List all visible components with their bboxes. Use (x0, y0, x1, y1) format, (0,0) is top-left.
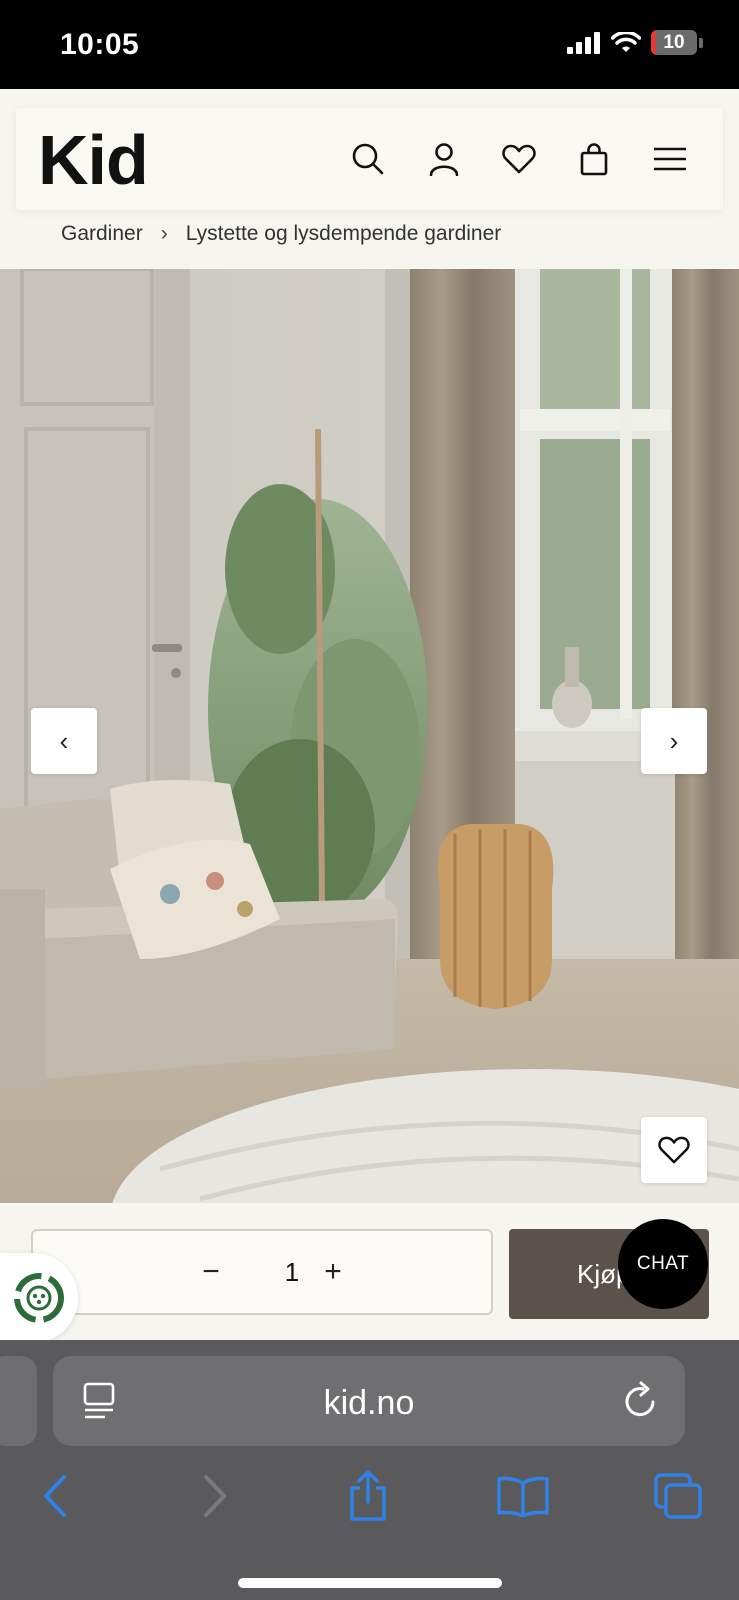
status-bar: 10:05 10 (0, 0, 739, 89)
chat-button[interactable]: CHAT (618, 1219, 708, 1309)
add-to-wishlist-button[interactable] (641, 1117, 707, 1183)
search-icon[interactable] (345, 136, 391, 182)
quantity-increase-button[interactable]: + (312, 1251, 354, 1293)
status-time: 10:05 (60, 28, 140, 61)
bookmarks-button[interactable] (493, 1466, 553, 1526)
product-image-carousel[interactable]: ‹ › (0, 269, 739, 1203)
recycle-icon (14, 1273, 64, 1323)
heart-icon (658, 1136, 690, 1164)
address-bar[interactable]: kid.no (53, 1356, 685, 1446)
menu-icon[interactable] (647, 136, 693, 182)
reload-icon[interactable] (621, 1380, 659, 1420)
home-indicator (238, 1578, 502, 1588)
back-button[interactable] (25, 1466, 85, 1526)
carousel-prev-button[interactable]: ‹ (31, 708, 97, 774)
book-icon (497, 1476, 549, 1517)
chevron-right-icon (204, 1475, 226, 1517)
chevron-left-icon: ‹ (59, 725, 69, 756)
share-icon (350, 1470, 386, 1521)
signal-icon (567, 31, 600, 54)
breadcrumb: Gardiner › Lystette og lysdempende gardi… (61, 222, 501, 246)
purchase-bar: − 1 + Kjøp CHAT (0, 1203, 739, 1343)
chevron-left-icon (44, 1475, 66, 1517)
logo[interactable]: Kid (38, 120, 149, 200)
carousel-next-button[interactable]: › (641, 708, 707, 774)
heart-icon[interactable] (496, 136, 542, 182)
cart-icon[interactable] (571, 136, 617, 182)
quantity-value[interactable]: 1 (277, 1257, 307, 1288)
breadcrumb-separator: › (160, 222, 168, 245)
previous-tab-preview[interactable] (0, 1356, 37, 1446)
site-header: Kid (16, 108, 723, 210)
quantity-stepper: − 1 + (31, 1229, 493, 1315)
browser-chrome: kid.no (0, 1340, 739, 1600)
forward-button[interactable] (185, 1466, 245, 1526)
wifi-icon (611, 31, 641, 52)
breadcrumb-item-gardiner[interactable]: Gardiner (61, 222, 143, 246)
chat-button-label: CHAT (636, 1253, 690, 1274)
battery-tip (699, 37, 703, 48)
tabs-button[interactable] (648, 1466, 708, 1526)
status-icons: 10 (567, 30, 703, 55)
chevron-right-icon: › (669, 725, 679, 756)
battery-icon: 10 (651, 30, 697, 55)
share-button[interactable] (338, 1466, 398, 1526)
page: 10:05 10 Kid Gardiner › Lystette og lysd… (0, 0, 739, 1600)
quantity-decrease-button[interactable]: − (190, 1251, 232, 1293)
breadcrumb-item-current[interactable]: Lystette og lysdempende gardiner (186, 222, 502, 246)
product-image (0, 269, 739, 1203)
account-icon[interactable] (421, 136, 467, 182)
battery-level: 10 (663, 31, 685, 53)
url-text: kid.no (323, 1384, 415, 1422)
tabs-icon (654, 1473, 702, 1519)
